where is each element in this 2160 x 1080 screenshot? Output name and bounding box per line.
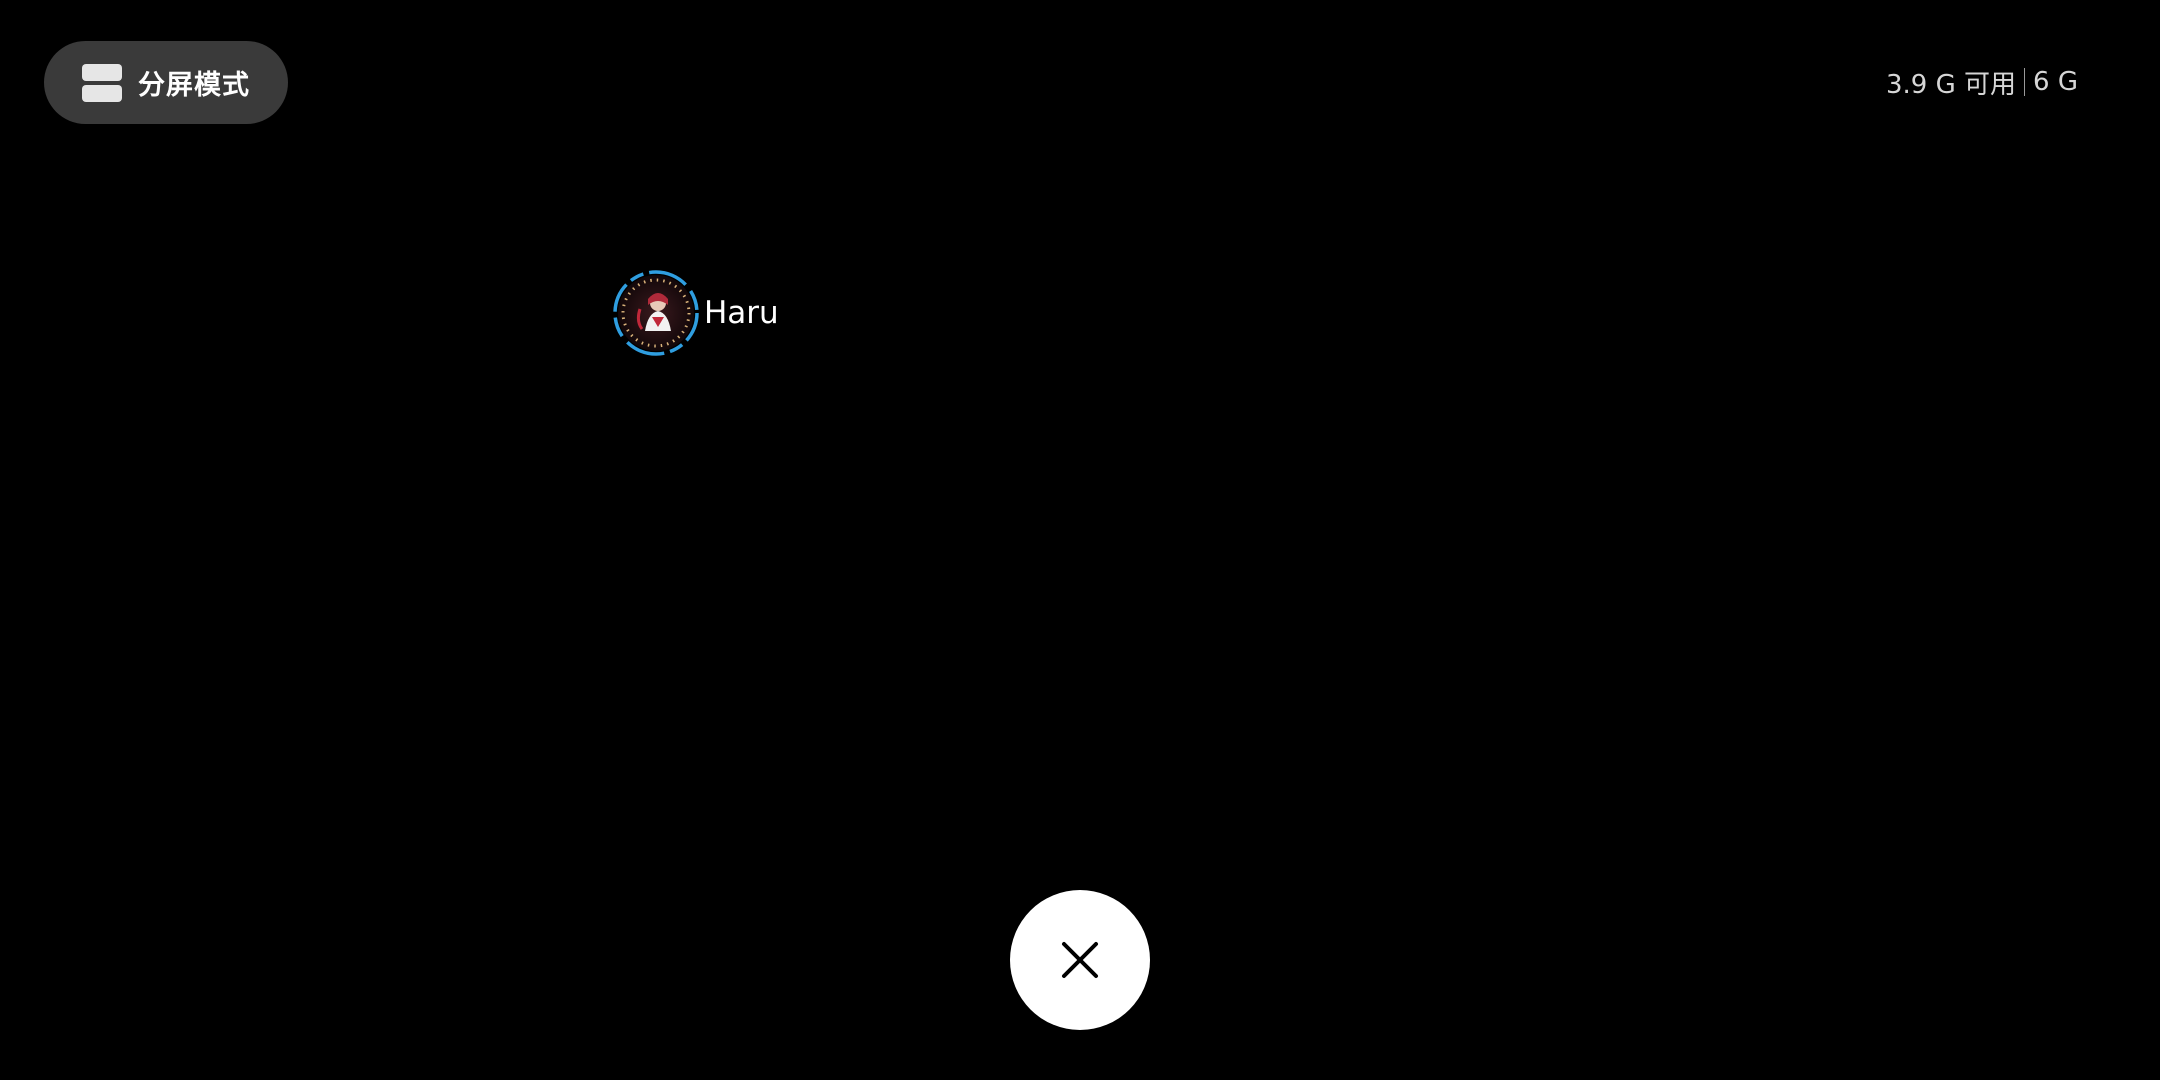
close-all-button[interactable] bbox=[1010, 890, 1150, 1030]
split-screen-button[interactable]: 分屏模式 bbox=[44, 41, 288, 124]
haru-app-icon[interactable] bbox=[612, 269, 700, 357]
split-screen-icon bbox=[82, 63, 122, 102]
recents-screen: 分屏模式 3.9 G 可用 6 G Haru bbox=[0, 0, 2160, 1080]
split-screen-icon-bottom bbox=[82, 84, 122, 102]
app-name-label: Haru bbox=[704, 295, 779, 331]
memory-divider bbox=[2024, 68, 2026, 96]
memory-info: 3.9 G 可用 6 G bbox=[1886, 62, 2078, 102]
split-screen-label: 分屏模式 bbox=[138, 70, 250, 101]
memory-total: 6 G bbox=[2033, 67, 2078, 97]
memory-available: 3.9 G 可用 bbox=[1886, 69, 2017, 100]
close-icon bbox=[1062, 942, 1098, 978]
recent-app-haru[interactable]: Haru bbox=[612, 269, 779, 357]
split-screen-icon-top bbox=[82, 63, 122, 81]
